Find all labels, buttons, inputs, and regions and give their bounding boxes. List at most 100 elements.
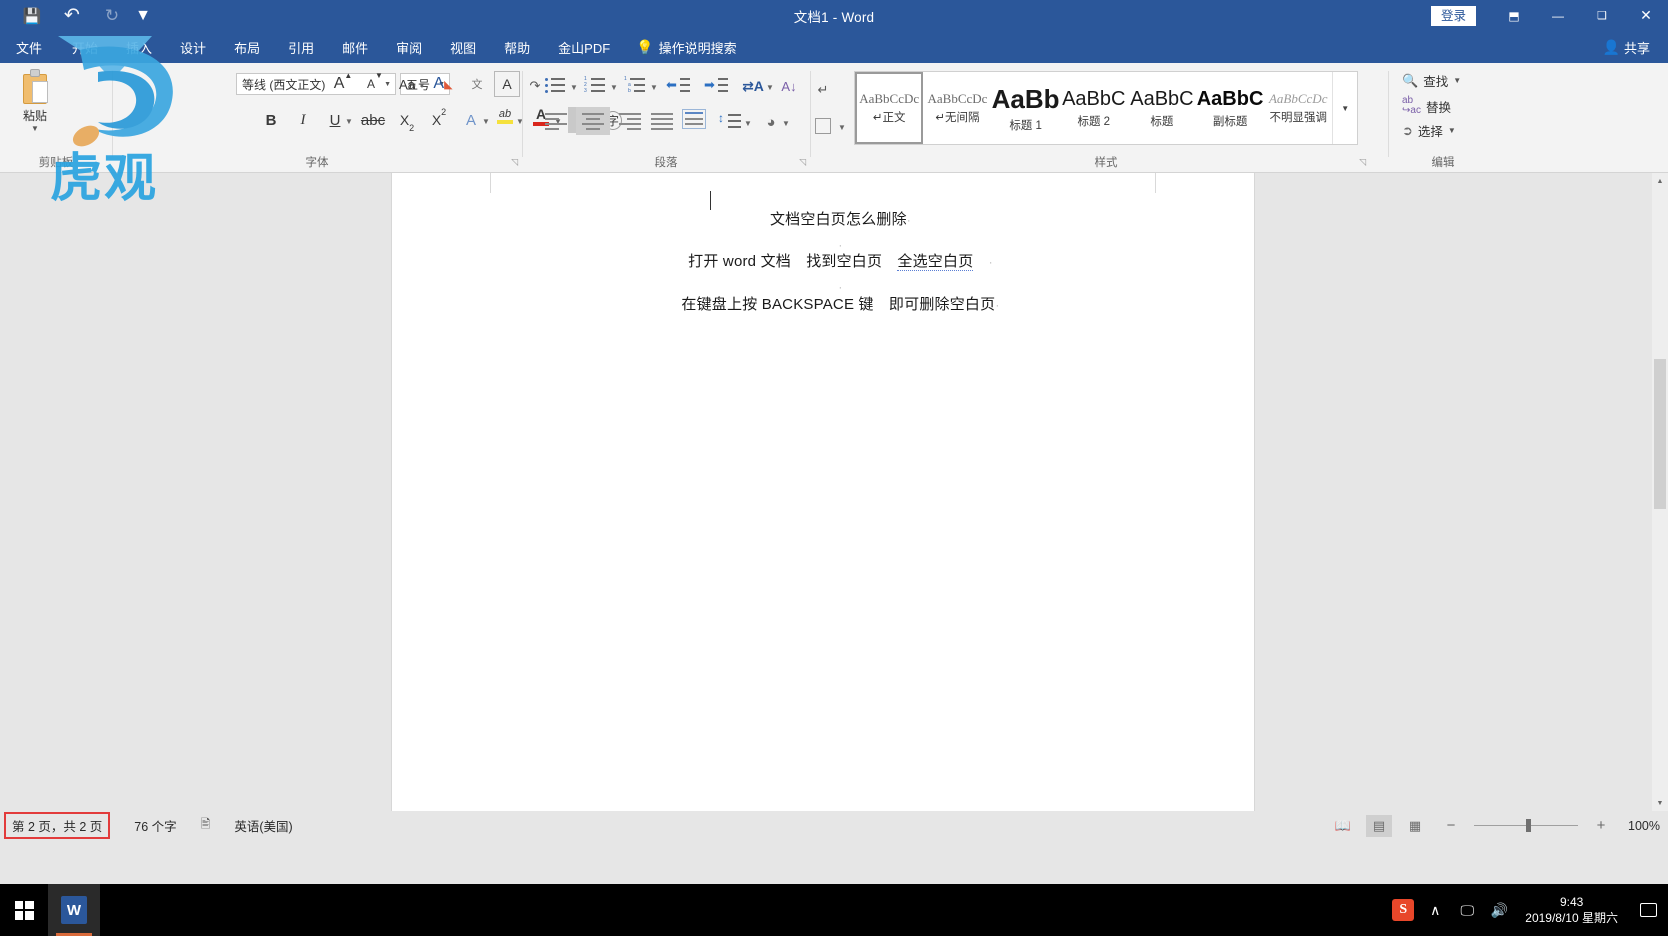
zoom-level-label[interactable]: 100% bbox=[1624, 819, 1660, 833]
text-effects-chevron-down-icon[interactable]: ▼ bbox=[482, 117, 490, 126]
style-item-title[interactable]: AaBbC 标题 bbox=[1127, 72, 1196, 144]
borders-chevron-down-icon[interactable]: ▼ bbox=[838, 123, 846, 132]
taskbar-item-word[interactable]: W bbox=[48, 884, 100, 936]
select-button[interactable]: ➲ 选择 ▼ bbox=[1402, 121, 1456, 140]
superscript-button[interactable]: X2 bbox=[426, 107, 452, 133]
show-formatting-marks-icon[interactable]: ↷ bbox=[522, 73, 548, 99]
tab-design[interactable]: 设计 bbox=[166, 31, 220, 63]
read-mode-view-button[interactable]: 📖 bbox=[1330, 815, 1356, 837]
vertical-scrollbar[interactable]: ▲ ▼ bbox=[1652, 173, 1668, 811]
sign-in-button[interactable]: 登录 bbox=[1430, 5, 1476, 26]
scroll-up-arrow-icon[interactable]: ▲ bbox=[1652, 173, 1668, 189]
bold-button[interactable]: B bbox=[258, 107, 284, 133]
multilevel-chevron-down-icon[interactable]: ▼ bbox=[650, 83, 658, 92]
style-item-no-spacing[interactable]: AaBbCcDc ↵无间隔 bbox=[923, 72, 992, 144]
grow-font-icon[interactable]: A ▲ bbox=[330, 71, 356, 97]
text-effects-icon[interactable]: A bbox=[458, 107, 484, 133]
paste-button[interactable]: 粘贴 ▼ bbox=[8, 69, 62, 143]
change-case-icon[interactable]: Aa bbox=[394, 71, 420, 97]
zoom-slider-thumb[interactable] bbox=[1526, 819, 1531, 832]
shading-icon[interactable]: ◕ bbox=[758, 109, 784, 135]
customize-qat-chevron-down-icon[interactable]: ▼ bbox=[132, 2, 154, 30]
highlight-color-icon[interactable]: ab bbox=[492, 103, 518, 129]
action-center-icon[interactable] bbox=[1628, 884, 1668, 936]
close-button[interactable]: ✕ bbox=[1624, 0, 1668, 31]
network-icon[interactable]: 🖵 bbox=[1451, 884, 1483, 936]
find-button[interactable]: 🔍 查找 ▼ bbox=[1402, 71, 1461, 90]
line-spacing-chevron-down-icon[interactable]: ▼ bbox=[744, 119, 752, 128]
borders-icon[interactable] bbox=[810, 113, 836, 139]
document-canvas[interactable]: 文档空白页怎么删除· · 打开 word 文档 找到空白页 全选空白页 · · … bbox=[0, 173, 1668, 811]
redo-icon[interactable]: ↻ bbox=[92, 2, 132, 30]
share-button[interactable]: 👤 共享 bbox=[1595, 31, 1658, 63]
replace-button[interactable]: ab ↪ac 替换 bbox=[1402, 96, 1451, 116]
show-hidden-icons-chevron[interactable]: ∧ bbox=[1419, 884, 1451, 936]
tab-review[interactable]: 审阅 bbox=[382, 31, 436, 63]
phonetic-guide-icon[interactable]: 文 bbox=[464, 71, 490, 97]
shading-chevron-down-icon[interactable]: ▼ bbox=[782, 119, 790, 128]
ribbon-display-options-icon[interactable]: ⬒ bbox=[1492, 0, 1536, 31]
justify-button[interactable] bbox=[650, 111, 674, 131]
style-item-body[interactable]: AaBbCcDc ↵正文 bbox=[855, 72, 924, 144]
save-icon[interactable]: 💾 bbox=[12, 2, 52, 30]
find-chevron-down-icon[interactable]: ▼ bbox=[1453, 76, 1461, 84]
style-item-heading-2[interactable]: AaBbC 标题 2 bbox=[1059, 72, 1128, 144]
tab-kingsoft-pdf[interactable]: 金山PDF bbox=[544, 31, 624, 63]
tab-view[interactable]: 视图 bbox=[436, 31, 490, 63]
paste-chevron-down-icon[interactable]: ▼ bbox=[31, 125, 39, 133]
zoom-out-button[interactable]: − bbox=[1438, 815, 1464, 837]
styles-dialog-launcher[interactable]: ◹ bbox=[1359, 157, 1366, 168]
chinese-layout-chevron-down-icon[interactable]: ▼ bbox=[766, 83, 774, 92]
numbering-chevron-down-icon[interactable]: ▼ bbox=[610, 83, 618, 92]
decrease-indent-icon[interactable]: ⬅ bbox=[666, 75, 690, 95]
scrollbar-thumb[interactable] bbox=[1654, 359, 1666, 509]
distribute-button[interactable] bbox=[682, 109, 706, 129]
web-layout-view-button[interactable]: ▦ bbox=[1402, 815, 1428, 837]
sogou-ime-icon[interactable]: S bbox=[1387, 884, 1419, 936]
change-case-chevron-down-icon[interactable]: ▼ bbox=[418, 81, 426, 90]
scroll-down-arrow-icon[interactable]: ▼ bbox=[1652, 795, 1668, 811]
zoom-in-button[interactable]: + bbox=[1588, 815, 1614, 837]
align-center-button[interactable] bbox=[576, 107, 610, 135]
italic-button[interactable]: I bbox=[290, 107, 316, 133]
tell-me-search[interactable]: 💡 操作说明搜索 bbox=[624, 31, 748, 63]
tab-insert[interactable]: 插入 bbox=[112, 31, 166, 63]
windows-start-button[interactable] bbox=[0, 884, 48, 936]
clear-formatting-icon[interactable]: A ◣ bbox=[430, 71, 456, 97]
multilevel-list-icon[interactable]: 1 a b bbox=[624, 75, 648, 95]
style-item-heading-1[interactable]: AaBb 标题 1 bbox=[991, 72, 1060, 144]
tab-file[interactable]: 文件 bbox=[0, 31, 58, 63]
print-layout-view-button[interactable]: ▤ bbox=[1366, 814, 1392, 837]
tab-home[interactable]: 开始 bbox=[58, 31, 112, 63]
underline-chevron-down-icon[interactable]: ▼ bbox=[345, 117, 353, 126]
minimize-button[interactable]: — bbox=[1536, 0, 1580, 31]
increase-indent-icon[interactable]: ➡ bbox=[704, 75, 728, 95]
document-page[interactable]: 文档空白页怎么删除· · 打开 word 文档 找到空白页 全选空白页 · · … bbox=[392, 173, 1254, 811]
bullets-chevron-down-icon[interactable]: ▼ bbox=[570, 83, 578, 92]
tab-mailings[interactable]: 邮件 bbox=[328, 31, 382, 63]
page-indicator[interactable]: 第 2 页，共 2 页 bbox=[0, 812, 122, 839]
subscript-button[interactable]: X2 bbox=[394, 107, 420, 133]
align-left-button[interactable] bbox=[544, 111, 568, 131]
style-item-subtitle[interactable]: AaBbC 副标题 bbox=[1196, 72, 1265, 144]
chinese-layout-icon[interactable]: ⇄A bbox=[740, 73, 766, 99]
language-indicator[interactable]: 英语(美国) bbox=[222, 816, 304, 835]
volume-icon[interactable]: 🔊 bbox=[1483, 884, 1515, 936]
taskbar-clock[interactable]: 9:43 2019/8/10 星期六 bbox=[1515, 894, 1628, 926]
select-chevron-down-icon[interactable]: ▼ bbox=[1448, 126, 1456, 134]
numbering-icon[interactable]: 1 2 3 bbox=[584, 75, 608, 95]
strikethrough-button[interactable]: abc bbox=[360, 107, 386, 133]
word-count[interactable]: 76 个字 bbox=[122, 816, 188, 835]
tab-layout[interactable]: 布局 bbox=[220, 31, 274, 63]
line-spacing-icon[interactable]: ↕ bbox=[718, 111, 742, 131]
style-item-subtle-emphasis[interactable]: AaBbCcDc 不明显强调 bbox=[1264, 72, 1333, 144]
align-right-button[interactable] bbox=[618, 111, 642, 131]
styles-gallery-more-chevron-down-icon[interactable]: ▼ bbox=[1332, 72, 1357, 144]
proofing-status[interactable]: 🖹 bbox=[189, 815, 223, 836]
sort-icon[interactable]: A↓ bbox=[776, 73, 802, 99]
maximize-button[interactable]: ❑ bbox=[1580, 0, 1624, 31]
font-dialog-launcher[interactable]: ◹ bbox=[511, 157, 518, 168]
document-line[interactable]: 在键盘上按 BACKSPACE 键 即可删除空白页· bbox=[392, 276, 1254, 331]
undo-icon[interactable]: ↶ bbox=[52, 2, 92, 30]
paragraph-dialog-launcher[interactable]: ◹ bbox=[799, 157, 806, 168]
